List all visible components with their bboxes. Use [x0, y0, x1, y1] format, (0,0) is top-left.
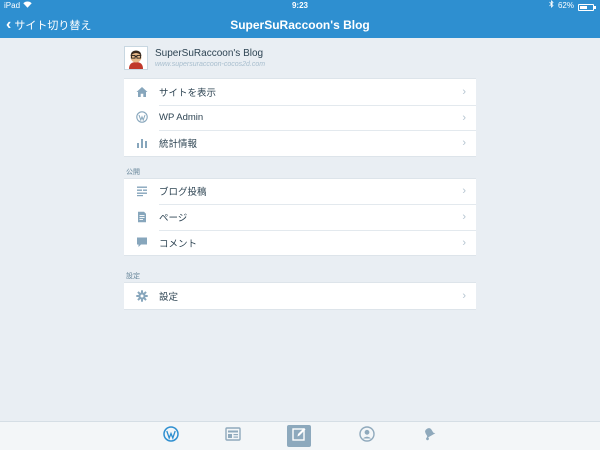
- comment-icon: [135, 235, 149, 249]
- menu-item-wp-admin[interactable]: WP Admin ›: [124, 104, 476, 131]
- status-bar: iPad 9:23 62%: [0, 0, 600, 12]
- menu-item-stats[interactable]: 統計情報 ›: [124, 130, 476, 156]
- menu-item-comments[interactable]: コメント ›: [124, 229, 476, 256]
- menu-item-label: サイトを表示: [159, 87, 217, 99]
- stats-icon: [135, 136, 149, 150]
- chevron-right-icon: ›: [462, 137, 466, 150]
- chevron-right-icon: ›: [462, 111, 466, 124]
- settings-menu: 設定 ›: [124, 282, 476, 310]
- chevron-right-icon: ›: [462, 289, 466, 302]
- tab-reader[interactable]: [221, 425, 245, 447]
- battery-percent: 62%: [557, 1, 574, 10]
- menu-item-pages[interactable]: ページ ›: [124, 204, 476, 230]
- page-title: SuperSuRaccoon's Blog: [230, 18, 370, 32]
- navigation-bar: ‹ サイト切り替え SuperSuRaccoon's Blog: [0, 12, 600, 38]
- menu-item-label: WP Admin: [159, 112, 204, 124]
- tab-compose[interactable]: [287, 425, 311, 447]
- bluetooth-icon: [549, 0, 554, 12]
- battery-icon: [578, 3, 596, 11]
- chevron-right-icon: ›: [462, 85, 466, 98]
- wordpress-icon: [135, 110, 149, 124]
- page-icon: [135, 210, 149, 224]
- avatar: [124, 46, 148, 70]
- chevron-right-icon: ›: [462, 185, 466, 198]
- section-title-publish: 公開: [126, 168, 140, 176]
- main-menu: サイトを表示 › WP Admin › 統計情報 ›: [124, 78, 476, 157]
- menu-item-label: ブログ投稿: [159, 187, 207, 199]
- my-sites-icon: [163, 425, 179, 447]
- gear-icon: [135, 289, 149, 303]
- reader-icon: [225, 426, 241, 446]
- menu-item-label: 統計情報: [159, 139, 198, 151]
- home-icon: [135, 85, 149, 99]
- tab-notifications[interactable]: [418, 425, 442, 447]
- menu-item-label: ページ: [159, 213, 188, 225]
- main-content: SuperSuRaccoon's Blog www.supersuraccoon…: [124, 38, 476, 310]
- chevron-right-icon: ›: [462, 236, 466, 249]
- status-time: 9:23: [291, 1, 308, 10]
- top-bar: iPad 9:23 62% ‹ サイト切り替え SuperSuRaccoon's…: [0, 0, 600, 38]
- menu-item-view-site[interactable]: サイトを表示 ›: [124, 79, 476, 105]
- profile-icon: [359, 425, 375, 447]
- notifications-icon: [422, 426, 438, 447]
- chevron-right-icon: ›: [462, 211, 466, 224]
- menu-item-label: 設定: [159, 291, 179, 303]
- menu-item-blog-posts[interactable]: ブログ投稿 ›: [124, 179, 476, 205]
- tab-my-sites[interactable]: [159, 425, 183, 447]
- posts-icon: [135, 184, 149, 198]
- tab-me[interactable]: [355, 425, 379, 447]
- menu-item-settings[interactable]: 設定 ›: [124, 283, 476, 309]
- battery-fill: [580, 5, 588, 9]
- menu-item-label: コメント: [159, 238, 198, 250]
- site-header: SuperSuRaccoon's Blog www.supersuraccoon…: [124, 38, 476, 78]
- section-title-settings: 設定: [126, 273, 140, 280]
- site-name: SuperSuRaccoon's Blog: [155, 47, 264, 59]
- publish-menu: ブログ投稿 › ページ › コメント ›: [124, 177, 476, 256]
- site-url[interactable]: www.supersuraccoon-cocos2d.com: [155, 60, 265, 70]
- tab-bar: [0, 421, 600, 450]
- compose-icon: [291, 426, 307, 447]
